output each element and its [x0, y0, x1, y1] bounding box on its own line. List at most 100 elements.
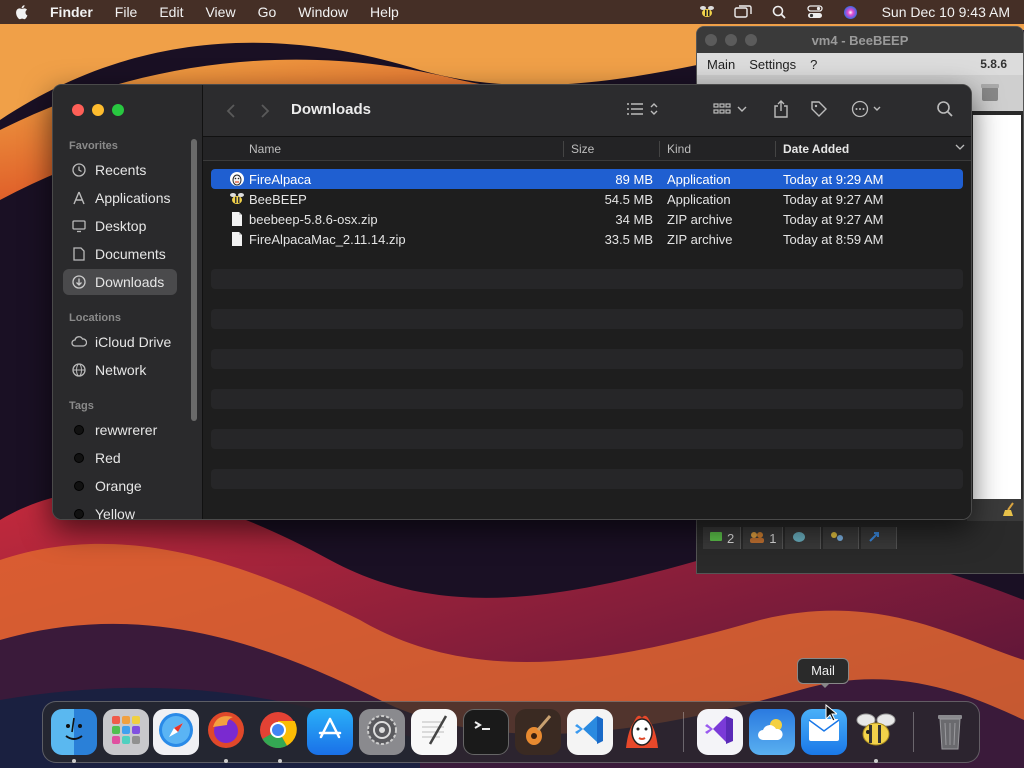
dock-chrome[interactable]: [255, 709, 301, 755]
dock-firefox[interactable]: [203, 709, 249, 755]
menu-window[interactable]: Window: [298, 4, 348, 20]
zip-file-icon: [229, 231, 245, 247]
beebeep-statusbar: 2 1: [697, 525, 1023, 551]
sidebar-item-label: Network: [95, 362, 147, 378]
sidebar-item-documents[interactable]: Documents: [63, 241, 177, 267]
empty-row: [211, 449, 963, 469]
column-kind[interactable]: Kind: [667, 142, 691, 156]
file-row-firealpaca[interactable]: FireAlpaca 89 MB Application Today at 9:…: [211, 169, 963, 189]
dock-vscode[interactable]: [567, 709, 613, 755]
clock-icon: [71, 162, 87, 178]
group-button[interactable]: [711, 99, 751, 123]
beebeep-chat-area[interactable]: [973, 115, 1021, 501]
beebeep-groups-tab[interactable]: [785, 527, 822, 549]
dock-trash[interactable]: [927, 709, 973, 755]
menu-go[interactable]: Go: [258, 4, 277, 20]
beebeep-contacts-tab[interactable]: [823, 527, 860, 549]
finder-sidebar: Favorites Recents Applications Desktop D…: [53, 85, 203, 519]
sidebar-item-icloud-drive[interactable]: iCloud Drive: [63, 329, 177, 355]
menu-file[interactable]: File: [115, 4, 138, 20]
column-divider[interactable]: [659, 141, 660, 157]
sidebar-tag-orange[interactable]: Orange: [63, 473, 177, 499]
beebeep-clear-icon[interactable]: [979, 81, 1001, 108]
beebeep-menu-help[interactable]: ?: [810, 57, 817, 72]
sidebar-tag-red[interactable]: Red: [63, 445, 177, 471]
menu-help[interactable]: Help: [370, 4, 399, 20]
dock-app-store[interactable]: [307, 709, 353, 755]
dock-terminal[interactable]: [463, 709, 509, 755]
dock-launchpad[interactable]: [103, 709, 149, 755]
dock-separator: [683, 712, 684, 752]
tag-dot-icon: [71, 450, 87, 466]
tag-dot-icon: [71, 506, 87, 519]
dock-system-settings[interactable]: [359, 709, 405, 755]
search-button[interactable]: [933, 99, 957, 123]
file-row-beebeep-zip[interactable]: beebeep-5.8.6-osx.zip 34 MB ZIP archive …: [211, 209, 963, 229]
tag-button[interactable]: [807, 99, 831, 123]
dock-firealpaca[interactable]: [619, 709, 665, 755]
siri-icon[interactable]: [842, 4, 860, 20]
sidebar-tag-yellow[interactable]: Yellow: [63, 501, 177, 519]
menu-finder[interactable]: Finder: [50, 4, 93, 20]
file-name: FireAlpacaMac_2.11.14.zip: [249, 232, 406, 247]
file-date-added: Today at 8:59 AM: [783, 232, 884, 247]
list-view-button[interactable]: [623, 99, 663, 123]
dock-textedit[interactable]: [411, 709, 457, 755]
dock-mail[interactable]: [801, 709, 847, 755]
screen-mirroring-icon[interactable]: [733, 4, 752, 20]
menu-edit[interactable]: Edit: [159, 4, 183, 20]
beebeep-titlebar[interactable]: vm4 - BeeBEEP: [697, 27, 1023, 53]
zoom-button[interactable]: [112, 104, 124, 116]
column-size[interactable]: Size: [571, 142, 594, 156]
file-row-firealpaca-zip[interactable]: FireAlpacaMac_2.11.14.zip 33.5 MB ZIP ar…: [211, 229, 963, 249]
sidebar-item-label: Downloads: [95, 274, 165, 290]
beebeep-chats-tab[interactable]: 2: [703, 527, 742, 549]
chat-icon: [709, 531, 723, 546]
tag-icon: [810, 100, 828, 123]
menu-clock[interactable]: Sun Dec 10 9:43 AM: [882, 4, 1010, 20]
tag-dot-icon: [71, 422, 87, 438]
beebeep-icon: [229, 191, 245, 207]
beebeep-menu-settings[interactable]: Settings: [749, 57, 796, 72]
spotlight-icon[interactable]: [770, 4, 788, 20]
beebeep-broom-icon[interactable]: [1001, 501, 1017, 522]
column-name[interactable]: Name: [249, 142, 281, 156]
beebeep-users-tab[interactable]: 1: [743, 527, 784, 549]
dock-finder[interactable]: [51, 709, 97, 755]
beebeep-status-icon[interactable]: [698, 4, 716, 20]
dock-garageband[interactable]: [515, 709, 561, 755]
running-indicator: [278, 759, 282, 763]
sidebar-tag-rewwrerer[interactable]: rewwrerer: [63, 417, 177, 443]
menu-view[interactable]: View: [205, 4, 235, 20]
sidebar-item-desktop[interactable]: Desktop: [63, 213, 177, 239]
column-date-added[interactable]: Date Added: [783, 142, 849, 156]
beebeep-message-input[interactable]: [967, 499, 1023, 521]
minimize-button[interactable]: [92, 104, 104, 116]
column-divider[interactable]: [563, 141, 564, 157]
beebeep-menu-main[interactable]: Main: [707, 57, 735, 72]
file-row-beebeep[interactable]: BeeBEEP 54.5 MB Application Today at 9:2…: [211, 189, 963, 209]
dock-safari[interactable]: [153, 709, 199, 755]
app-store-icon: [315, 715, 345, 750]
dock-weather[interactable]: [749, 709, 795, 755]
file-size: 34 MB: [615, 212, 653, 227]
dock-visual-studio[interactable]: [697, 709, 743, 755]
sidebar-item-downloads[interactable]: Downloads: [63, 269, 177, 295]
sort-chevron-icon[interactable]: [955, 141, 965, 155]
share-button[interactable]: [769, 99, 793, 123]
back-button[interactable]: [223, 99, 239, 123]
column-divider[interactable]: [775, 141, 776, 157]
forward-button[interactable]: [257, 99, 273, 123]
mouse-cursor: [825, 703, 839, 727]
apple-icon[interactable]: [14, 4, 30, 20]
control-center-icon[interactable]: [806, 4, 824, 20]
sidebar-item-recents[interactable]: Recents: [63, 157, 177, 183]
sidebar-item-network[interactable]: Network: [63, 357, 177, 383]
beebeep-share-tab[interactable]: [861, 527, 898, 549]
sidebar-scrollbar[interactable]: [191, 139, 197, 421]
sidebar-item-applications[interactable]: Applications: [63, 185, 177, 211]
dock-beebeep[interactable]: [853, 709, 899, 755]
close-button[interactable]: [72, 104, 84, 116]
more-actions-button[interactable]: [849, 99, 889, 123]
beebeep-icon: [854, 709, 898, 755]
